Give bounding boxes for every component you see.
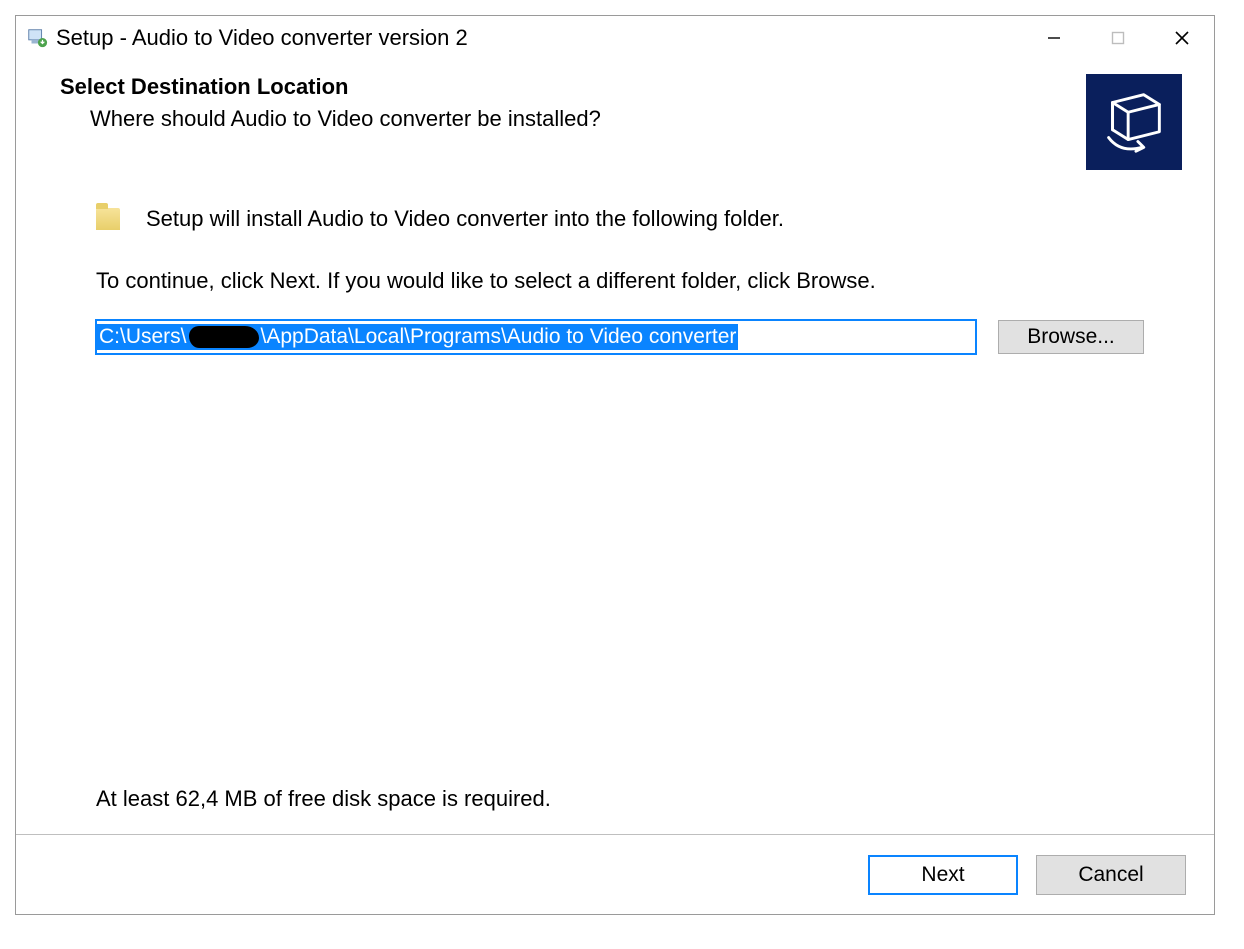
next-button[interactable]: Next — [868, 855, 1018, 895]
redacted-username — [189, 326, 259, 348]
path-row: C:\Users\ \AppData\Local\Programs\Audio t… — [96, 320, 1144, 354]
window-controls — [1022, 16, 1214, 60]
continue-instruction: To continue, click Next. If you would li… — [96, 268, 1144, 294]
disk-space-notice: At least 62,4 MB of free disk space is r… — [96, 786, 1144, 834]
content-area: Setup will install Audio to Video conver… — [16, 170, 1214, 834]
page-heading: Select Destination Location — [60, 74, 1066, 100]
minimize-button[interactable] — [1022, 16, 1086, 60]
browse-button[interactable]: Browse... — [998, 320, 1144, 354]
footer: Next Cancel — [16, 834, 1214, 914]
setup-window: Setup - Audio to Video converter version… — [15, 15, 1215, 915]
maximize-button — [1086, 16, 1150, 60]
installer-icon — [26, 27, 48, 49]
close-button[interactable] — [1150, 16, 1214, 60]
window-title: Setup - Audio to Video converter version… — [56, 25, 1022, 51]
folder-icon — [96, 208, 120, 230]
path-prefix: C:\Users\ — [99, 325, 187, 349]
titlebar: Setup - Audio to Video converter version… — [16, 16, 1214, 60]
installer-logo-icon — [1086, 74, 1182, 170]
install-path-input[interactable]: C:\Users\ \AppData\Local\Programs\Audio t… — [96, 320, 976, 354]
cancel-button[interactable]: Cancel — [1036, 855, 1186, 895]
header-area: Select Destination Location Where should… — [16, 60, 1214, 170]
page-subheading: Where should Audio to Video converter be… — [90, 106, 1066, 132]
install-info-text: Setup will install Audio to Video conver… — [146, 206, 784, 232]
install-info-line: Setup will install Audio to Video conver… — [96, 206, 1144, 232]
path-suffix: \AppData\Local\Programs\Audio to Video c… — [261, 325, 737, 349]
